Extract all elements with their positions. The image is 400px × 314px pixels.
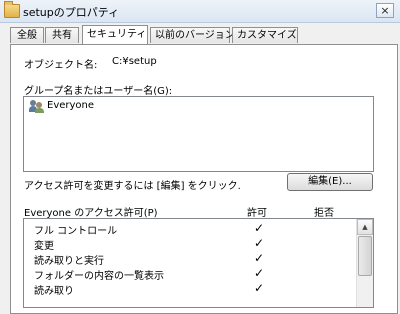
window-title: setupのプロパティ	[23, 6, 120, 19]
allow-check-icon: ✓	[254, 251, 265, 265]
close-icon: ×	[380, 4, 390, 17]
groups-listbox[interactable]: Everyone	[23, 96, 374, 172]
tab-label: 以前のバージョン	[155, 30, 235, 41]
permission-row: 変更 ✓	[24, 236, 354, 252]
deny-header: 拒否	[314, 208, 334, 219]
scroll-thumb[interactable]	[358, 236, 372, 276]
tab-previous-versions[interactable]: 以前のバージョン	[150, 27, 235, 43]
security-panel: オブジェクト名: C:¥setup グループ名またはユーザー名(G): Ever…	[10, 44, 398, 314]
permissions-scrollbar[interactable]: ▲	[356, 219, 373, 307]
list-item[interactable]: Everyone	[28, 99, 228, 114]
object-name-value: C:¥setup	[112, 56, 157, 67]
folder-icon	[4, 1, 20, 18]
tab-label: 共有	[52, 30, 72, 41]
group-name: Everyone	[47, 100, 95, 111]
tab-security[interactable]: セキュリティ	[82, 25, 148, 44]
object-name-label: オブジェクト名:	[24, 60, 98, 71]
edit-button-label: 編集(E)...	[308, 176, 352, 187]
permission-row: フル コントロール ✓	[24, 221, 354, 237]
groups-label: グループ名またはユーザー名(G):	[24, 86, 173, 97]
tab-customize[interactable]: カスタマイズ	[232, 27, 298, 43]
allow-check-icon: ✓	[254, 221, 265, 235]
change-hint: アクセス許可を変更するには [編集] をクリック.	[24, 181, 241, 192]
tab-label: カスタマイズ	[237, 30, 297, 41]
users-icon	[29, 100, 45, 113]
permission-name: 読み取りと実行	[34, 256, 104, 267]
scroll-up-button[interactable]: ▲	[357, 219, 373, 235]
permissions-list: フル コントロール ✓ 変更 ✓ 読み取りと実行 ✓ フォルダーの内容の一覧表示…	[23, 218, 374, 308]
permission-name: フル コントロール	[34, 226, 118, 237]
allow-check-icon: ✓	[254, 281, 265, 295]
permission-name: フォルダーの内容の一覧表示	[34, 271, 164, 282]
permission-name: 読み取り	[34, 286, 74, 297]
permission-row: 読み取り ✓	[24, 281, 354, 297]
permissions-header: Everyone のアクセス許可(P)	[24, 208, 158, 219]
close-button[interactable]: ×	[376, 3, 394, 18]
tab-label: セキュリティ	[87, 29, 147, 40]
tab-general[interactable]: 全般	[10, 27, 44, 43]
permission-row: 読み取りと実行 ✓	[24, 251, 354, 267]
allow-header: 許可	[247, 208, 267, 219]
allow-check-icon: ✓	[254, 236, 265, 250]
allow-check-icon: ✓	[254, 266, 265, 280]
tab-label: 全般	[17, 30, 37, 41]
tab-sharing[interactable]: 共有	[45, 27, 79, 43]
title-bar: setupのプロパティ ×	[0, 0, 400, 23]
edit-button[interactable]: 編集(E)...	[287, 173, 373, 191]
permission-row: フォルダーの内容の一覧表示 ✓	[24, 266, 354, 282]
permission-name: 変更	[34, 241, 54, 252]
